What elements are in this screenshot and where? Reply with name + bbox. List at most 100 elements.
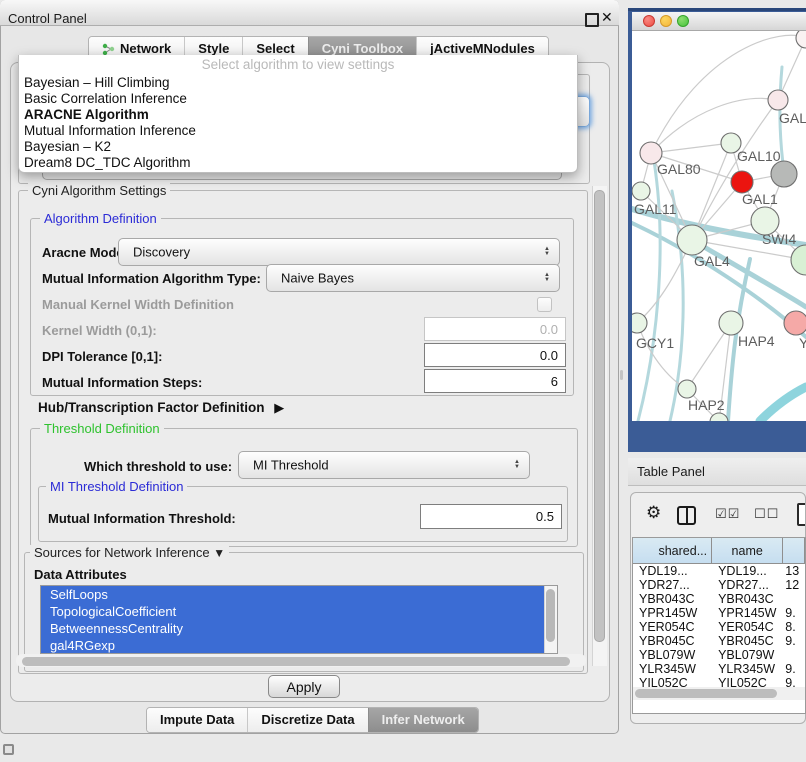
table-cell: YER054C <box>712 620 783 634</box>
table-cell: YPR145W <box>633 606 712 620</box>
table-cell: YIL052C <box>712 676 783 687</box>
network-edge <box>760 387 806 421</box>
network-node[interactable] <box>632 313 647 333</box>
table-cell: YBR043C <box>712 592 783 606</box>
file-icon[interactable] <box>797 503 806 526</box>
table-cell: 12 <box>783 578 805 592</box>
columns-icon[interactable] <box>677 506 696 525</box>
algorithm-option[interactable]: Dream8 DC_TDC Algorithm <box>19 155 577 171</box>
network-node[interactable] <box>632 182 650 200</box>
table-row[interactable]: YBL079WYBL079W <box>633 648 805 662</box>
algorithm-option[interactable]: ARACNE Algorithm <box>19 107 577 123</box>
minimized-panel-icon[interactable] <box>3 744 14 755</box>
network-node[interactable] <box>719 311 743 335</box>
algorithm-option[interactable]: Bayesian – K2 <box>19 139 577 155</box>
network-edge <box>651 143 731 153</box>
table-row[interactable]: YPR145WYPR145W9. <box>633 606 805 620</box>
panel-scrollbar-thumb[interactable] <box>594 190 605 642</box>
network-canvas-svg: GALGAL80GAL10GAL1GAL11SWI4GAL4GCY1HAP4YH… <box>632 31 806 421</box>
table-row[interactable]: YLR345WYLR345W9. <box>633 662 805 676</box>
manual-kernel-label: Manual Kernel Width Definition <box>42 297 234 312</box>
minimize-traffic-light[interactable] <box>660 15 672 27</box>
table-row[interactable]: YER054CYER054C8. <box>633 620 805 634</box>
node-table-header: shared...name <box>633 538 805 564</box>
mi-type-combo[interactable]: Naive Bayes ▲▼ <box>266 264 560 292</box>
mi-type-value: Naive Bayes <box>281 271 354 286</box>
hscrollbar-thumb[interactable] <box>22 657 570 666</box>
network-node-label: GAL1 <box>742 191 778 207</box>
table-row[interactable]: YBR045CYBR045C9. <box>633 634 805 648</box>
screen: Control Panel ✕ Network Style Select Cyn… <box>0 0 806 762</box>
network-node-label: GAL80 <box>657 161 701 177</box>
close-icon[interactable]: ✕ <box>601 9 613 26</box>
data-attribute-item[interactable]: SelfLoops <box>41 586 557 603</box>
table-row[interactable]: YIL052CYIL052C9. <box>633 676 805 687</box>
list-scrollbar-thumb[interactable] <box>546 589 555 642</box>
algorithm-definition-title: Algorithm Definition <box>40 211 161 226</box>
spinner-arrows-icon: ▲▼ <box>544 247 550 257</box>
table-cell: YIL052C <box>633 676 712 687</box>
data-attributes-label: Data Attributes <box>34 567 127 582</box>
network-canvas[interactable]: GALGAL80GAL10GAL1GAL11SWI4GAL4GCY1HAP4YH… <box>632 31 806 421</box>
float-window-icon[interactable] <box>585 13 599 27</box>
kernel-width-field[interactable]: 0.0 <box>424 317 566 341</box>
which-threshold-combo[interactable]: MI Threshold ▲▼ <box>238 451 530 479</box>
apply-button[interactable]: Apply <box>268 675 340 698</box>
table-cell: YPR145W <box>712 606 783 620</box>
data-attribute-item[interactable]: gal4RGexp <box>41 637 557 654</box>
mi-steps-label: Mutual Information Steps: <box>42 375 202 390</box>
algorithm-option[interactable]: Mutual Information Inference <box>19 123 577 139</box>
data-attributes-list[interactable]: SelfLoopsTopologicalCoefficientBetweenne… <box>40 585 558 654</box>
table-cell: 9. <box>783 676 805 687</box>
which-threshold-value: MI Threshold <box>253 458 329 473</box>
network-node[interactable] <box>784 311 806 335</box>
select-all-icon[interactable]: ☑☑ <box>715 506 740 522</box>
table-hscrollbar-track[interactable] <box>633 687 805 700</box>
tab-discretize-data[interactable]: Discretize Data <box>247 708 367 732</box>
sources-title[interactable]: Sources for Network Inference ▼ <box>30 545 229 560</box>
table-cell: YDR27... <box>712 578 783 592</box>
network-node[interactable] <box>710 413 728 421</box>
network-window-titlebar <box>632 12 806 31</box>
mi-threshold-field[interactable]: 0.5 <box>420 504 562 529</box>
table-cell: YBL079W <box>633 648 712 662</box>
network-node[interactable] <box>677 225 707 255</box>
table-cell: YLR345W <box>633 662 712 676</box>
data-attribute-item[interactable]: TopologicalCoefficient <box>41 603 557 620</box>
table-row[interactable]: YDL19...YDL19...13 <box>633 564 805 578</box>
threshold-title: Threshold Definition <box>40 421 164 436</box>
manual-kernel-checkbox[interactable] <box>537 297 552 312</box>
tab-infer-network[interactable]: Infer Network <box>368 708 478 732</box>
zoom-traffic-light[interactable] <box>677 15 689 27</box>
network-node[interactable] <box>791 245 806 275</box>
dpi-tolerance-field[interactable]: 0.0 <box>424 343 566 367</box>
column-header[interactable]: name <box>712 538 783 563</box>
data-attribute-item[interactable]: BetweennessCentrality <box>41 620 557 637</box>
table-cell: 9. <box>783 606 805 620</box>
network-node[interactable] <box>731 171 753 193</box>
table-hscrollbar-thumb[interactable] <box>635 689 777 698</box>
tab-impute-data[interactable]: Impute Data <box>147 708 247 732</box>
algorithm-option[interactable]: Basic Correlation Inference <box>19 91 577 107</box>
network-node[interactable] <box>768 90 788 110</box>
hub-definition-expander[interactable]: Hub/Transcription Factor Definition ▶ <box>38 400 284 416</box>
column-header[interactable]: shared... <box>633 538 712 563</box>
algorithm-dropdown: Select algorithm to view settings Bayesi… <box>18 55 578 173</box>
mi-steps-field[interactable]: 6 <box>424 369 566 393</box>
splitpane-grip[interactable] <box>620 370 623 380</box>
network-node[interactable] <box>678 380 696 398</box>
table-row[interactable]: YDR27...YDR27...12 <box>633 578 805 592</box>
node-table: shared...name YDL19...YDL19...13YDR27...… <box>632 537 806 714</box>
network-node[interactable] <box>796 31 806 48</box>
gear-icon[interactable]: ⚙ <box>646 503 661 523</box>
close-traffic-light[interactable] <box>643 15 655 27</box>
column-header[interactable] <box>783 538 805 563</box>
expand-right-icon: ▶ <box>274 400 284 415</box>
aracne-mode-combo[interactable]: Discovery ▲▼ <box>118 238 560 266</box>
network-node[interactable] <box>771 161 797 187</box>
table-cell: YER054C <box>633 620 712 634</box>
network-node-label: GAL <box>779 110 806 126</box>
table-row[interactable]: YBR043CYBR043C <box>633 592 805 606</box>
deselect-all-icon[interactable]: ☐☐ <box>754 506 779 522</box>
algorithm-option[interactable]: Bayesian – Hill Climbing <box>19 75 577 91</box>
